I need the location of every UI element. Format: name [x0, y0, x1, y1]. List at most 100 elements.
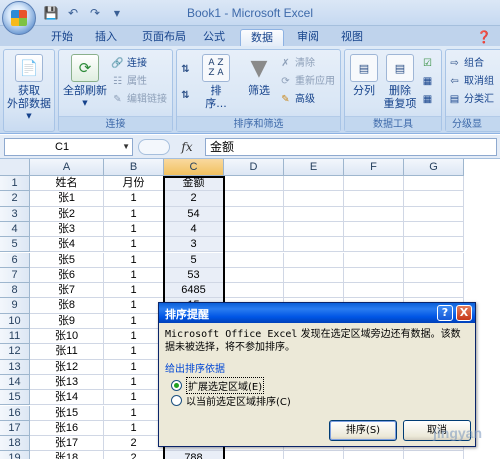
row-header[interactable]: 1 — [0, 176, 30, 192]
table-cell[interactable]: 1 — [104, 359, 164, 375]
row-header[interactable]: 3 — [0, 206, 30, 222]
table-cell[interactable] — [404, 283, 464, 299]
formula-input[interactable]: 金额 — [205, 138, 497, 156]
table-cell[interactable]: 1 — [104, 420, 164, 437]
table-cell[interactable]: 张10 — [30, 329, 104, 345]
table-cell[interactable] — [224, 206, 284, 222]
tab-page-layout[interactable]: 页面布局 — [134, 29, 194, 46]
table-cell[interactable] — [344, 451, 404, 459]
table-cell[interactable]: 1 — [104, 374, 164, 391]
table-cell[interactable] — [404, 176, 464, 192]
table-cell[interactable]: 张13 — [30, 374, 104, 391]
what-if-button[interactable]: ▦ — [421, 92, 434, 107]
sort-button[interactable]: A ZZ A 排序... — [201, 54, 231, 110]
table-cell[interactable]: 张5 — [30, 252, 104, 268]
help-icon[interactable]: ❓ — [470, 29, 498, 46]
column-header-g[interactable]: G — [404, 159, 464, 176]
table-cell[interactable] — [344, 221, 404, 238]
edit-links-button[interactable]: ✎ 编辑链接 — [111, 92, 167, 107]
column-header-d[interactable]: D — [224, 159, 284, 176]
sort-button[interactable]: 排序(S) — [329, 420, 397, 441]
office-button[interactable] — [2, 1, 36, 35]
table-cell[interactable]: 张14 — [30, 390, 104, 406]
row-header[interactable]: 13 — [0, 359, 30, 375]
tab-view[interactable]: 视图 — [334, 29, 370, 46]
table-cell[interactable]: 1 — [104, 298, 164, 314]
table-cell[interactable]: 2 — [104, 451, 164, 459]
table-cell[interactable] — [224, 237, 284, 253]
radio-expand-selection[interactable]: 扩展选定区域(E) — [171, 377, 265, 394]
remove-duplicates-button[interactable]: ▤ 删除 重复项 — [383, 54, 417, 110]
table-cell[interactable] — [344, 206, 404, 222]
table-cell[interactable] — [404, 191, 464, 207]
table-cell[interactable]: 张12 — [30, 359, 104, 375]
group-button[interactable]: ⇨ 组合 — [448, 56, 484, 71]
sort-descending-button[interactable]: ⇅ — [179, 88, 192, 103]
row-header[interactable]: 18 — [0, 436, 30, 452]
table-cell[interactable]: 2 — [104, 436, 164, 452]
row-header[interactable]: 15 — [0, 390, 30, 406]
chevron-down-icon[interactable]: ▼ — [122, 139, 130, 155]
name-box[interactable]: C1 ▼ — [4, 138, 133, 156]
table-cell[interactable] — [344, 252, 404, 268]
table-cell[interactable] — [404, 221, 464, 238]
table-cell[interactable]: 姓名 — [30, 176, 104, 192]
table-cell[interactable]: 张16 — [30, 420, 104, 437]
insert-function-button[interactable]: fx — [174, 138, 200, 156]
table-cell[interactable]: 张3 — [30, 221, 104, 238]
table-cell[interactable] — [344, 237, 404, 253]
row-header[interactable]: 17 — [0, 420, 30, 437]
table-cell[interactable]: 张4 — [30, 237, 104, 253]
table-cell[interactable] — [344, 191, 404, 207]
data-validation-button[interactable]: ☑ — [421, 56, 434, 71]
table-cell[interactable] — [284, 191, 344, 207]
table-cell[interactable] — [404, 206, 464, 222]
table-cell[interactable]: 53 — [164, 267, 224, 284]
table-cell[interactable]: 张11 — [30, 344, 104, 360]
table-cell[interactable]: 3 — [164, 237, 224, 253]
table-cell[interactable]: 1 — [104, 390, 164, 406]
table-cell[interactable]: 张18 — [30, 451, 104, 459]
row-header[interactable]: 16 — [0, 405, 30, 421]
column-header-f[interactable]: F — [344, 159, 404, 176]
table-cell[interactable]: 1 — [104, 221, 164, 238]
table-cell[interactable]: 张1 — [30, 191, 104, 207]
table-cell[interactable]: 5 — [164, 252, 224, 268]
table-cell[interactable] — [224, 267, 284, 284]
row-header[interactable]: 9 — [0, 298, 30, 314]
table-cell[interactable]: 1 — [104, 206, 164, 222]
ungroup-button[interactable]: ⇦ 取消组 — [448, 74, 494, 89]
formula-cancel-enter[interactable] — [138, 139, 170, 155]
table-cell[interactable]: 月份 — [104, 176, 164, 192]
table-cell[interactable]: 1 — [104, 313, 164, 329]
column-header-e[interactable]: E — [284, 159, 344, 176]
table-cell[interactable] — [284, 176, 344, 192]
row-header[interactable]: 2 — [0, 191, 30, 207]
table-cell[interactable] — [344, 267, 404, 284]
row-header[interactable]: 5 — [0, 237, 30, 253]
row-header[interactable]: 7 — [0, 267, 30, 284]
table-cell[interactable] — [224, 451, 284, 459]
properties-button[interactable]: ☷ 属性 — [111, 74, 147, 89]
text-to-columns-button[interactable]: ▤ 分列 — [349, 54, 379, 97]
connections-button[interactable]: 🔗 连接 — [111, 56, 147, 71]
close-button[interactable]: X — [456, 305, 472, 321]
table-cell[interactable]: 张15 — [30, 405, 104, 421]
sort-ascending-button[interactable]: ⇅ — [179, 62, 192, 77]
tab-home[interactable]: 开始 — [44, 29, 80, 46]
table-cell[interactable]: 788 — [164, 451, 224, 459]
table-cell[interactable] — [284, 283, 344, 299]
column-header-b[interactable]: B — [104, 159, 164, 176]
table-cell[interactable]: 54 — [164, 206, 224, 222]
table-cell[interactable] — [404, 267, 464, 284]
table-cell[interactable] — [284, 206, 344, 222]
get-external-data-button[interactable]: 📄 获取 外部数据 ▼ — [6, 54, 52, 123]
table-cell[interactable] — [404, 451, 464, 459]
table-cell[interactable] — [284, 252, 344, 268]
tab-insert[interactable]: 插入 — [88, 29, 124, 46]
table-cell[interactable] — [284, 221, 344, 238]
tab-review[interactable]: 审阅 — [290, 29, 326, 46]
table-cell[interactable] — [224, 221, 284, 238]
table-cell[interactable] — [284, 267, 344, 284]
table-cell[interactable] — [344, 176, 404, 192]
